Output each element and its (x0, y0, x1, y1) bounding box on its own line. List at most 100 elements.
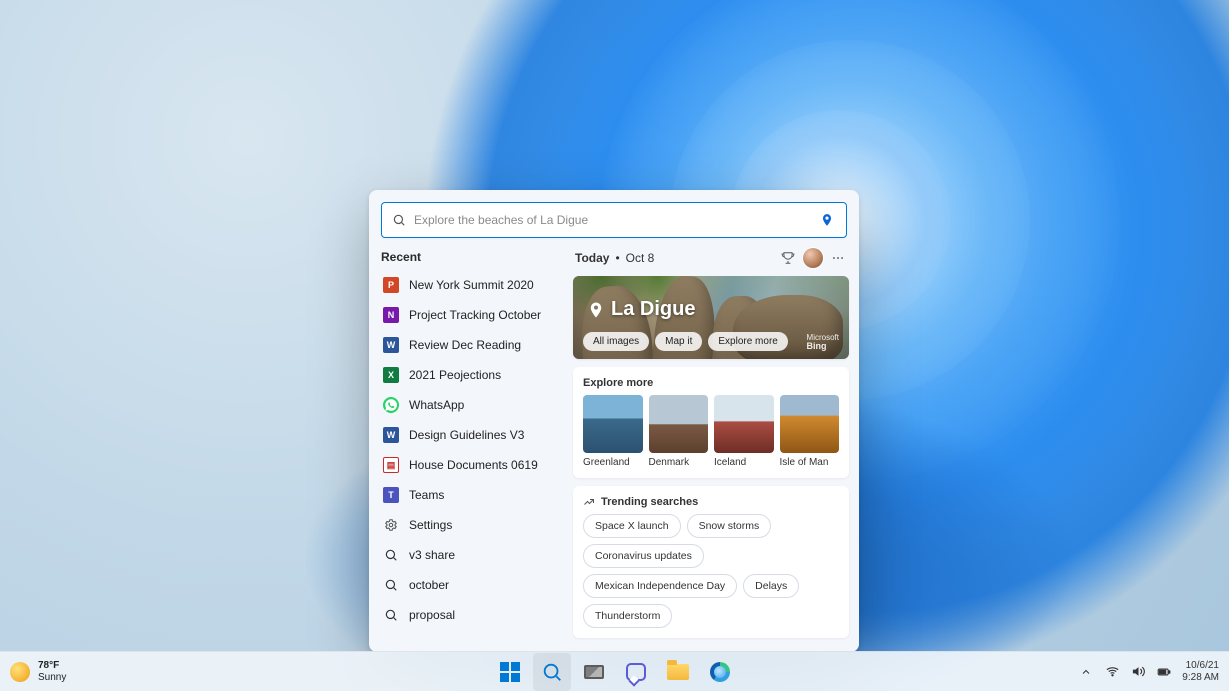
edge-icon (710, 662, 730, 682)
start-button[interactable] (491, 653, 529, 691)
recent-item-label: proposal (409, 608, 455, 622)
thumb-image (780, 395, 840, 453)
more-options-icon[interactable] (829, 249, 847, 267)
battery-icon[interactable] (1156, 664, 1172, 680)
volume-icon[interactable] (1130, 664, 1146, 680)
trending-heading: Trending searches (601, 496, 698, 508)
folder-icon (667, 664, 689, 680)
task-view-button[interactable] (575, 653, 613, 691)
trending-pill[interactable]: Delays (743, 574, 799, 598)
explore-thumb[interactable]: Greenland (583, 395, 643, 468)
recent-item[interactable]: proposal (379, 600, 563, 630)
recent-item[interactable]: W Design Guidelines V3 (379, 420, 563, 450)
explore-thumb[interactable]: Denmark (649, 395, 709, 468)
search-icon (541, 661, 563, 683)
search-icon (383, 547, 399, 563)
search-icon (392, 213, 406, 227)
tray-chevron-icon[interactable] (1078, 664, 1094, 680)
today-date: Oct 8 (626, 251, 655, 265)
doc-icon: W (383, 337, 399, 353)
recent-item[interactable]: october (379, 570, 563, 600)
weather-desc: Sunny (38, 672, 66, 684)
one-icon: N (383, 307, 399, 323)
map-pin-icon (587, 301, 605, 319)
hero-chip[interactable]: Map it (655, 332, 702, 351)
search-icon (383, 607, 399, 623)
recent-item-label: New York Summit 2020 (409, 278, 534, 292)
taskbar-search-button[interactable] (533, 653, 571, 691)
search-icon (383, 577, 399, 593)
user-avatar[interactable] (803, 248, 823, 268)
pdf-icon: ▤ (383, 457, 399, 473)
edge-button[interactable] (701, 653, 739, 691)
trending-card: Trending searches Space X launchSnow sto… (573, 486, 849, 638)
explore-heading: Explore more (583, 377, 839, 389)
recent-item[interactable]: WhatsApp (379, 390, 563, 420)
thumb-image (714, 395, 774, 453)
today-label: Today (575, 251, 609, 265)
recent-item[interactable]: T Teams (379, 480, 563, 510)
weather-icon (10, 662, 30, 682)
thumb-image (649, 395, 709, 453)
trending-pill[interactable]: Coronavirus updates (583, 544, 704, 568)
thumb-image (583, 395, 643, 453)
thumb-label: Greenland (583, 457, 643, 468)
recent-item[interactable]: P New York Summit 2020 (379, 270, 563, 300)
task-view-icon (584, 665, 604, 679)
recent-item-label: 2021 Peojections (409, 368, 501, 382)
taskbar-weather[interactable]: 78°F Sunny (0, 660, 66, 683)
doc-icon: W (383, 427, 399, 443)
recent-item[interactable]: X 2021 Peojections (379, 360, 563, 390)
thumb-label: Denmark (649, 457, 709, 468)
explore-card: Explore more Greenland Denmark Iceland Isle… (573, 367, 849, 478)
search-box[interactable] (381, 202, 847, 238)
chat-button[interactable] (617, 653, 655, 691)
chat-icon (626, 663, 646, 681)
taskbar-clock[interactable]: 10/6/21 9:28 AM (1182, 660, 1219, 683)
search-panel: Recent P New York Summit 2020 N Project Tra… (369, 190, 859, 652)
hero-chip[interactable]: Explore more (708, 332, 787, 351)
recent-item-label: House Documents 0619 (409, 458, 538, 472)
recent-section: Recent P New York Summit 2020 N Project Tra… (379, 246, 563, 638)
trending-pill[interactable]: Mexican Independence Day (583, 574, 737, 598)
recent-item-label: Design Guidelines V3 (409, 428, 524, 442)
taskbar: 78°F Sunny 10/6/21 9:28 AM (0, 651, 1229, 691)
trending-pill[interactable]: Snow storms (687, 514, 772, 538)
hero-chip[interactable]: All images (583, 332, 649, 351)
recent-item-label: Review Dec Reading (409, 338, 521, 352)
explore-thumb[interactable]: Iceland (714, 395, 774, 468)
recent-item-label: Settings (409, 518, 452, 532)
xls-icon: X (383, 367, 399, 383)
rewards-icon[interactable] (779, 249, 797, 267)
location-pin-icon[interactable] (818, 211, 836, 229)
trending-pill[interactable]: Thunderstorm (583, 604, 672, 628)
recent-heading: Recent (379, 246, 563, 270)
explore-thumb[interactable]: Isle of Man (780, 395, 840, 468)
wa-icon (383, 397, 399, 413)
trending-icon (583, 496, 595, 508)
recent-item-label: Teams (409, 488, 444, 502)
tms-icon: T (383, 487, 399, 503)
recent-item[interactable]: N Project Tracking October (379, 300, 563, 330)
thumb-label: Isle of Man (780, 457, 840, 468)
thumb-label: Iceland (714, 457, 774, 468)
recent-item-label: Project Tracking October (409, 308, 541, 322)
hero-title: La Digue (611, 298, 695, 321)
bing-attribution: MicrosoftBing (807, 334, 839, 351)
weather-temp: 78°F (38, 660, 66, 672)
recent-item[interactable]: W Review Dec Reading (379, 330, 563, 360)
hero-card[interactable]: La Digue All images Map it Explore more Mi… (573, 276, 849, 359)
recent-item-label: october (409, 578, 449, 592)
windows-logo-icon (500, 662, 520, 682)
recent-item-label: WhatsApp (409, 398, 464, 412)
search-input[interactable] (406, 213, 818, 227)
recent-item[interactable]: v3 share (379, 540, 563, 570)
file-explorer-button[interactable] (659, 653, 697, 691)
gear-icon (383, 517, 399, 533)
ppt-icon: P (383, 277, 399, 293)
wifi-icon[interactable] (1104, 664, 1120, 680)
recent-item-label: v3 share (409, 548, 455, 562)
trending-pill[interactable]: Space X launch (583, 514, 681, 538)
recent-item[interactable]: Settings (379, 510, 563, 540)
recent-item[interactable]: ▤ House Documents 0619 (379, 450, 563, 480)
